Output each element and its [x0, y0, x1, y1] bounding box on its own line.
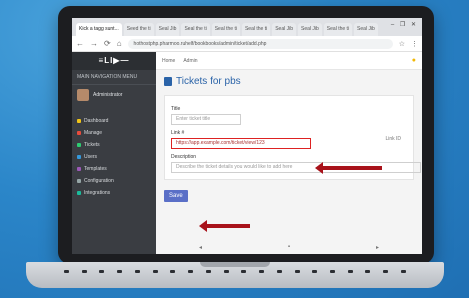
save-button[interactable]: Save [164, 190, 188, 202]
laptop-screen: Kick a tagg sunt... Seed the ti Seal Jib… [72, 18, 422, 254]
link-label: Link # [171, 130, 185, 136]
stop-icon[interactable]: ▪ [288, 244, 290, 250]
title-input[interactable]: Enter ticket title [171, 114, 241, 125]
annotation-arrow-save [199, 220, 250, 232]
sidebar-item-label: Tickets [84, 142, 100, 148]
sidebar-item-manage[interactable]: Manage [72, 127, 156, 139]
tab[interactable]: Seal the ti [211, 23, 240, 36]
sidebar-item-configuration[interactable]: Configuration [72, 175, 156, 187]
reload-icon[interactable]: ⟳ [104, 39, 111, 48]
tickets-icon [77, 143, 81, 147]
tab-strip: Kick a tagg sunt... Seed the ti Seal Jib… [72, 18, 422, 36]
home-icon[interactable]: ⌂ [117, 39, 122, 48]
tab[interactable]: Seed the ti [123, 23, 154, 36]
tab[interactable]: Seal the ti [323, 23, 353, 36]
tab[interactable]: Seal Jib [354, 23, 378, 36]
sidebar-item-label: Manage [84, 130, 103, 136]
sidebar-item-templates[interactable]: Templates [72, 163, 156, 175]
configuration-icon [77, 179, 81, 183]
description-input[interactable]: Describe the ticket details you would li… [171, 162, 421, 173]
page-title-text: Tickets for pbs [176, 76, 241, 87]
brand-logo[interactable]: ≡LI▶— [72, 52, 156, 70]
address-bar[interactable]: hothostphp.pharmoo.ruhelf/bookbooks/admi… [127, 38, 393, 49]
sidebar-item-users[interactable]: Users [72, 151, 156, 163]
sidebar-item-label: Dashboard [84, 118, 109, 124]
page-title: Tickets for pbs [156, 70, 422, 93]
laptop-notch [200, 262, 270, 267]
users-icon [77, 155, 81, 159]
avatar [77, 89, 89, 101]
menu-icon[interactable]: ⋮ [411, 40, 418, 48]
prev-icon[interactable]: ◂ [199, 244, 202, 251]
window-controls[interactable]: – ❐ ✕ [391, 21, 418, 28]
sidebar-item-label: Integrations [84, 190, 111, 196]
tab[interactable]: Seal Jib [155, 23, 180, 36]
tab[interactable]: Seal the ti [181, 23, 210, 36]
sidebar-menu: Dashboard Manage Tickets Users Templates… [72, 115, 156, 199]
user-panel: Administrator [72, 85, 156, 105]
nav-admin[interactable]: Admin [183, 58, 197, 64]
user-name: Administrator [93, 92, 123, 98]
link-input[interactable]: https://app.example.com/ticket/view/123 [171, 138, 311, 149]
link-suffix: Link ID [385, 136, 401, 142]
sidebar-item-label: Templates [84, 166, 107, 172]
notification-icon[interactable]: ● [412, 57, 416, 64]
description-label: Description [171, 154, 197, 160]
annotation-arrow-link [315, 162, 382, 174]
sidebar-item-tickets[interactable]: Tickets [72, 139, 156, 151]
main-content: Home Admin ● Tickets for pbs Title Enter… [156, 52, 422, 254]
tab[interactable]: Seal Jib [272, 23, 296, 36]
forward-icon[interactable]: → [90, 39, 98, 48]
sidebar-item-label: Configuration [84, 178, 114, 184]
nav-home[interactable]: Home [162, 58, 175, 64]
browser-toolbar: ← → ⟳ ⌂ hothostphp.pharmoo.ruhelf/bookbo… [72, 36, 422, 52]
top-nav: Home Admin ● [156, 52, 422, 70]
next-icon[interactable]: ▸ [376, 244, 379, 251]
sidebar-section-title: MAIN NAVIGATION MENU [72, 70, 156, 85]
back-icon[interactable]: ← [76, 39, 84, 48]
templates-icon [77, 167, 81, 171]
sidebar-item-label: Users [84, 154, 98, 160]
dashboard-icon [77, 119, 81, 123]
laptop-vents [64, 270, 406, 273]
tab-active[interactable]: Kick a tagg sunt... [76, 23, 122, 36]
manage-icon [77, 131, 81, 135]
tab[interactable]: Seal the ti [241, 23, 271, 36]
star-icon[interactable]: ☆ [399, 40, 405, 48]
integrations-icon [77, 191, 81, 195]
sidebar-item-integrations[interactable]: Integrations [72, 187, 156, 199]
bottom-bar: ◂ ▪ ▸ [156, 240, 422, 254]
sidebar-item-dashboard[interactable]: Dashboard [72, 115, 156, 127]
title-label: Title [171, 106, 181, 112]
tab[interactable]: Seal Jib [298, 23, 322, 36]
ticket-icon [164, 77, 172, 86]
sidebar: ≡LI▶— MAIN NAVIGATION MENU Administrator… [72, 52, 156, 254]
